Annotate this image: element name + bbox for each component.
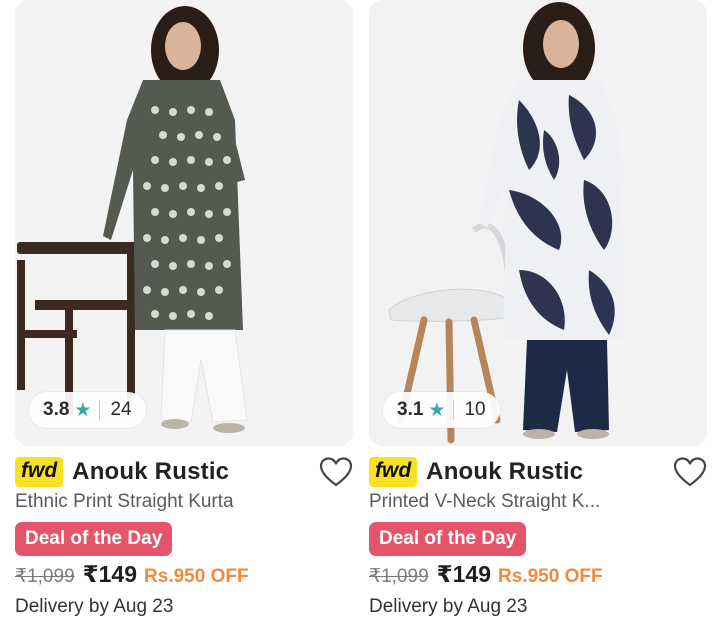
rating-divider [453, 400, 455, 420]
brand-name[interactable]: Anouk Rustic [72, 458, 229, 486]
product-photo [15, 0, 353, 446]
title-row: fwd Anouk Rustic [15, 454, 353, 490]
rating-value: 3.1 [397, 399, 424, 420]
product-description[interactable]: Printed V-Neck Straight K... [369, 491, 600, 513]
sale-price: ₹149 [82, 561, 138, 587]
discount-amount: Rs.950 OFF [144, 566, 249, 587]
deal-of-the-day-badge: Deal of the Day [369, 522, 527, 556]
sale-price: ₹149 [436, 561, 492, 587]
delivery-date: Delivery by Aug 23 [369, 596, 528, 617]
heart-icon[interactable] [673, 456, 707, 490]
product-image[interactable]: 3.1 ★ 10 [369, 0, 707, 446]
heart-icon[interactable] [319, 456, 353, 490]
price-row: ₹1,099 ₹149 Rs.950 OFF [15, 561, 249, 589]
rating-pill: 3.1 ★ 10 [383, 392, 500, 428]
star-icon: ★ [74, 399, 92, 421]
product-card[interactable]: 3.1 ★ 10 fwd Anouk Rustic Printed V-Neck… [369, 0, 707, 642]
brand-name[interactable]: Anouk Rustic [426, 458, 583, 486]
star-icon: ★ [428, 399, 446, 421]
discount-amount: Rs.950 OFF [498, 566, 603, 587]
product-photo [369, 0, 707, 446]
title-row: fwd Anouk Rustic [369, 454, 707, 490]
rating-count: 24 [110, 399, 132, 420]
rating-divider [99, 400, 101, 420]
product-image[interactable]: 3.8 ★ 24 [15, 0, 353, 446]
deal-of-the-day-badge: Deal of the Day [15, 522, 173, 556]
original-price: ₹1,099 [369, 566, 429, 587]
rating-value: 3.8 [43, 399, 70, 420]
original-price: ₹1,099 [15, 566, 75, 587]
fwd-badge: fwd [15, 457, 64, 487]
rating-pill: 3.8 ★ 24 [29, 392, 146, 428]
fwd-badge: fwd [369, 457, 418, 487]
product-description[interactable]: Ethnic Print Straight Kurta [15, 491, 234, 513]
rating-count: 10 [464, 399, 486, 420]
delivery-date: Delivery by Aug 23 [15, 596, 174, 617]
product-card[interactable]: 3.8 ★ 24 fwd Anouk Rustic Ethnic Print S… [15, 0, 353, 642]
price-row: ₹1,099 ₹149 Rs.950 OFF [369, 561, 603, 589]
